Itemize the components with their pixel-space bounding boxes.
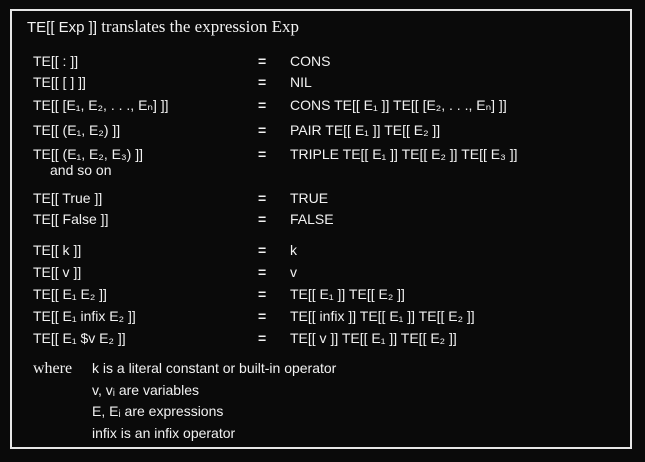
and-so-on: and so on [50,162,112,178]
rule-rhs: TE[[ E₁ ]] TE[[ E₂ ]] [290,286,405,302]
rule-eq: = [258,330,267,346]
where-label: where [33,360,73,377]
rule-eq: = [258,74,267,90]
where-line: infix is an infix operator [92,425,236,441]
rule-lhs: TE[[ True ]] [33,190,103,206]
rule-eq: = [258,190,267,206]
rule-eq: = [258,308,267,324]
title-te: TE[[ Exp ]] [27,19,98,36]
rule-lhs: TE[[ E₁ infix E₂ ]] [33,308,136,324]
rule-rhs: NIL [290,74,312,90]
rule-lhs: TE[[ E₁ $v E₂ ]] [33,330,126,346]
rule-eq: = [258,211,267,227]
rule-rhs: TE[[ v ]] TE[[ E₁ ]] TE[[ E₂ ]] [290,330,457,346]
rule-eq: = [258,122,267,138]
rule-rhs: TRUE [290,190,329,206]
rule-rhs: CONS [290,53,331,69]
rule-lhs: TE[[ k ]] [33,242,82,258]
rule-lhs: TE[[ v ]] [33,264,82,280]
rule-rhs: CONS TE[[ E₁ ]] TE[[ [E₂, . . ., Eₙ] ]] [290,97,507,113]
title-text: translates the expression Exp [101,17,300,36]
rule-rhs: PAIR TE[[ E₁ ]] TE[[ E₂ ]] [290,122,441,138]
rule-rhs: TRIPLE TE[[ E₁ ]] TE[[ E₂ ]] TE[[ E₃ ]] [290,146,518,162]
rule-lhs: TE[[ : ]] [33,53,79,69]
rule-eq: = [258,242,267,258]
rule-rhs: v [290,264,297,280]
rule-rhs: k [290,242,297,258]
rule-rhs: FALSE [290,211,334,227]
rule-rhs: TE[[ infix ]] TE[[ E₁ ]] TE[[ E₂ ]] [290,308,475,324]
where-line: k is a literal constant or built-in oper… [92,360,337,376]
rule-lhs: TE[[ False ]] [33,211,109,227]
rule-lhs: TE[[ [ ] ]] [33,74,86,90]
rule-eq: = [258,146,267,162]
where-line: E, Eᵢ are expressions [92,403,224,419]
rule-eq: = [258,286,267,302]
rule-lhs: TE[[ E₁ E₂ ]] [33,286,107,302]
rule-lhs: TE[[ (E₁, E₂) ]] [33,122,121,138]
rule-lhs: TE[[ [E₁, E₂, . . ., Eₙ] ]] [33,97,169,113]
where-line: v, vᵢ are variables [92,382,199,398]
rule-eq: = [258,53,267,69]
rule-eq: = [258,97,267,113]
document-title: TE[[ Exp ]] translates the expression Ex… [27,17,299,37]
rule-lhs: TE[[ (E₁, E₂, E₃) ]] [33,146,143,162]
rule-eq: = [258,264,267,280]
